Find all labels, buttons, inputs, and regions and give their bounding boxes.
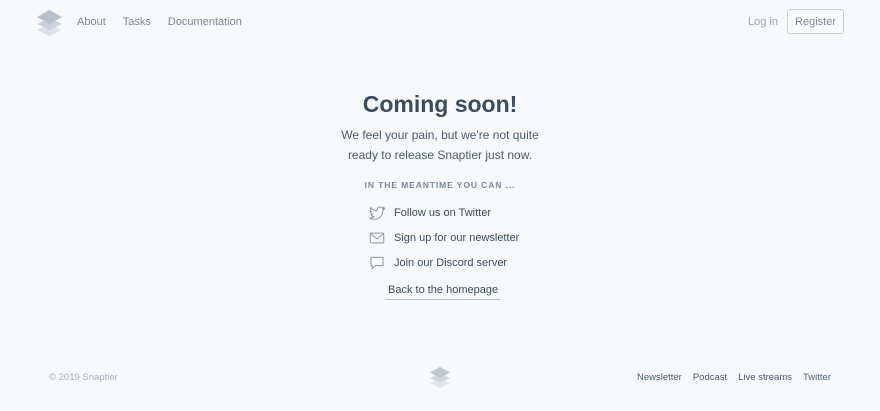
action-list: Follow us on Twitter Sign up for our new… bbox=[368, 200, 519, 275]
twitter-icon bbox=[369, 205, 385, 220]
subtitle-line-2: ready to release Snaptier just now. bbox=[347, 148, 533, 162]
copyright-text: © 2019 Snaptier bbox=[49, 372, 118, 383]
page-subtitle: We feel your pain, but we're not quite r… bbox=[0, 125, 880, 165]
page-title: Coming soon! bbox=[362, 91, 518, 117]
follow-twitter-action[interactable]: Follow us on Twitter bbox=[368, 200, 519, 225]
newsletter-label: Sign up for our newsletter bbox=[394, 231, 520, 244]
mail-icon bbox=[369, 232, 385, 243]
login-link[interactable]: Log in bbox=[748, 15, 778, 29]
footer-twitter-link[interactable]: Twitter bbox=[803, 372, 831, 384]
footer-logo-icon[interactable] bbox=[429, 366, 451, 388]
discord-action[interactable]: Join our Discord server bbox=[368, 250, 519, 275]
footer-live-streams-link[interactable]: Live streams bbox=[738, 372, 792, 384]
subtitle-line-1: We feel your pain, but we're not quite bbox=[341, 128, 539, 142]
nav-documentation-link[interactable]: Documentation bbox=[168, 15, 242, 29]
nav-tasks-link[interactable]: Tasks bbox=[123, 15, 151, 29]
register-button[interactable]: Register bbox=[787, 9, 844, 34]
footer-podcast-link[interactable]: Podcast bbox=[693, 372, 727, 384]
snaptier-logo-icon[interactable] bbox=[36, 9, 63, 36]
newsletter-action[interactable]: Sign up for our newsletter bbox=[368, 225, 519, 250]
follow-twitter-label: Follow us on Twitter bbox=[394, 206, 492, 219]
footer-nav: Newsletter Podcast Live streams Twitter bbox=[626, 372, 831, 384]
coming-soon-page: About Tasks Documentation Log in Registe… bbox=[0, 0, 880, 411]
nav-about-link[interactable]: About bbox=[77, 15, 106, 29]
footer-newsletter-link[interactable]: Newsletter bbox=[637, 372, 682, 384]
header: About Tasks Documentation Log in Registe… bbox=[0, 0, 880, 44]
main-nav: About Tasks Documentation bbox=[77, 15, 259, 29]
chat-bubble-icon bbox=[370, 256, 384, 269]
meantime-heading: IN THE MEANTIME YOU CAN ... bbox=[364, 180, 516, 190]
discord-label: Join our Discord server bbox=[394, 256, 508, 269]
back-to-homepage-link[interactable]: Back to the homepage bbox=[386, 283, 501, 300]
